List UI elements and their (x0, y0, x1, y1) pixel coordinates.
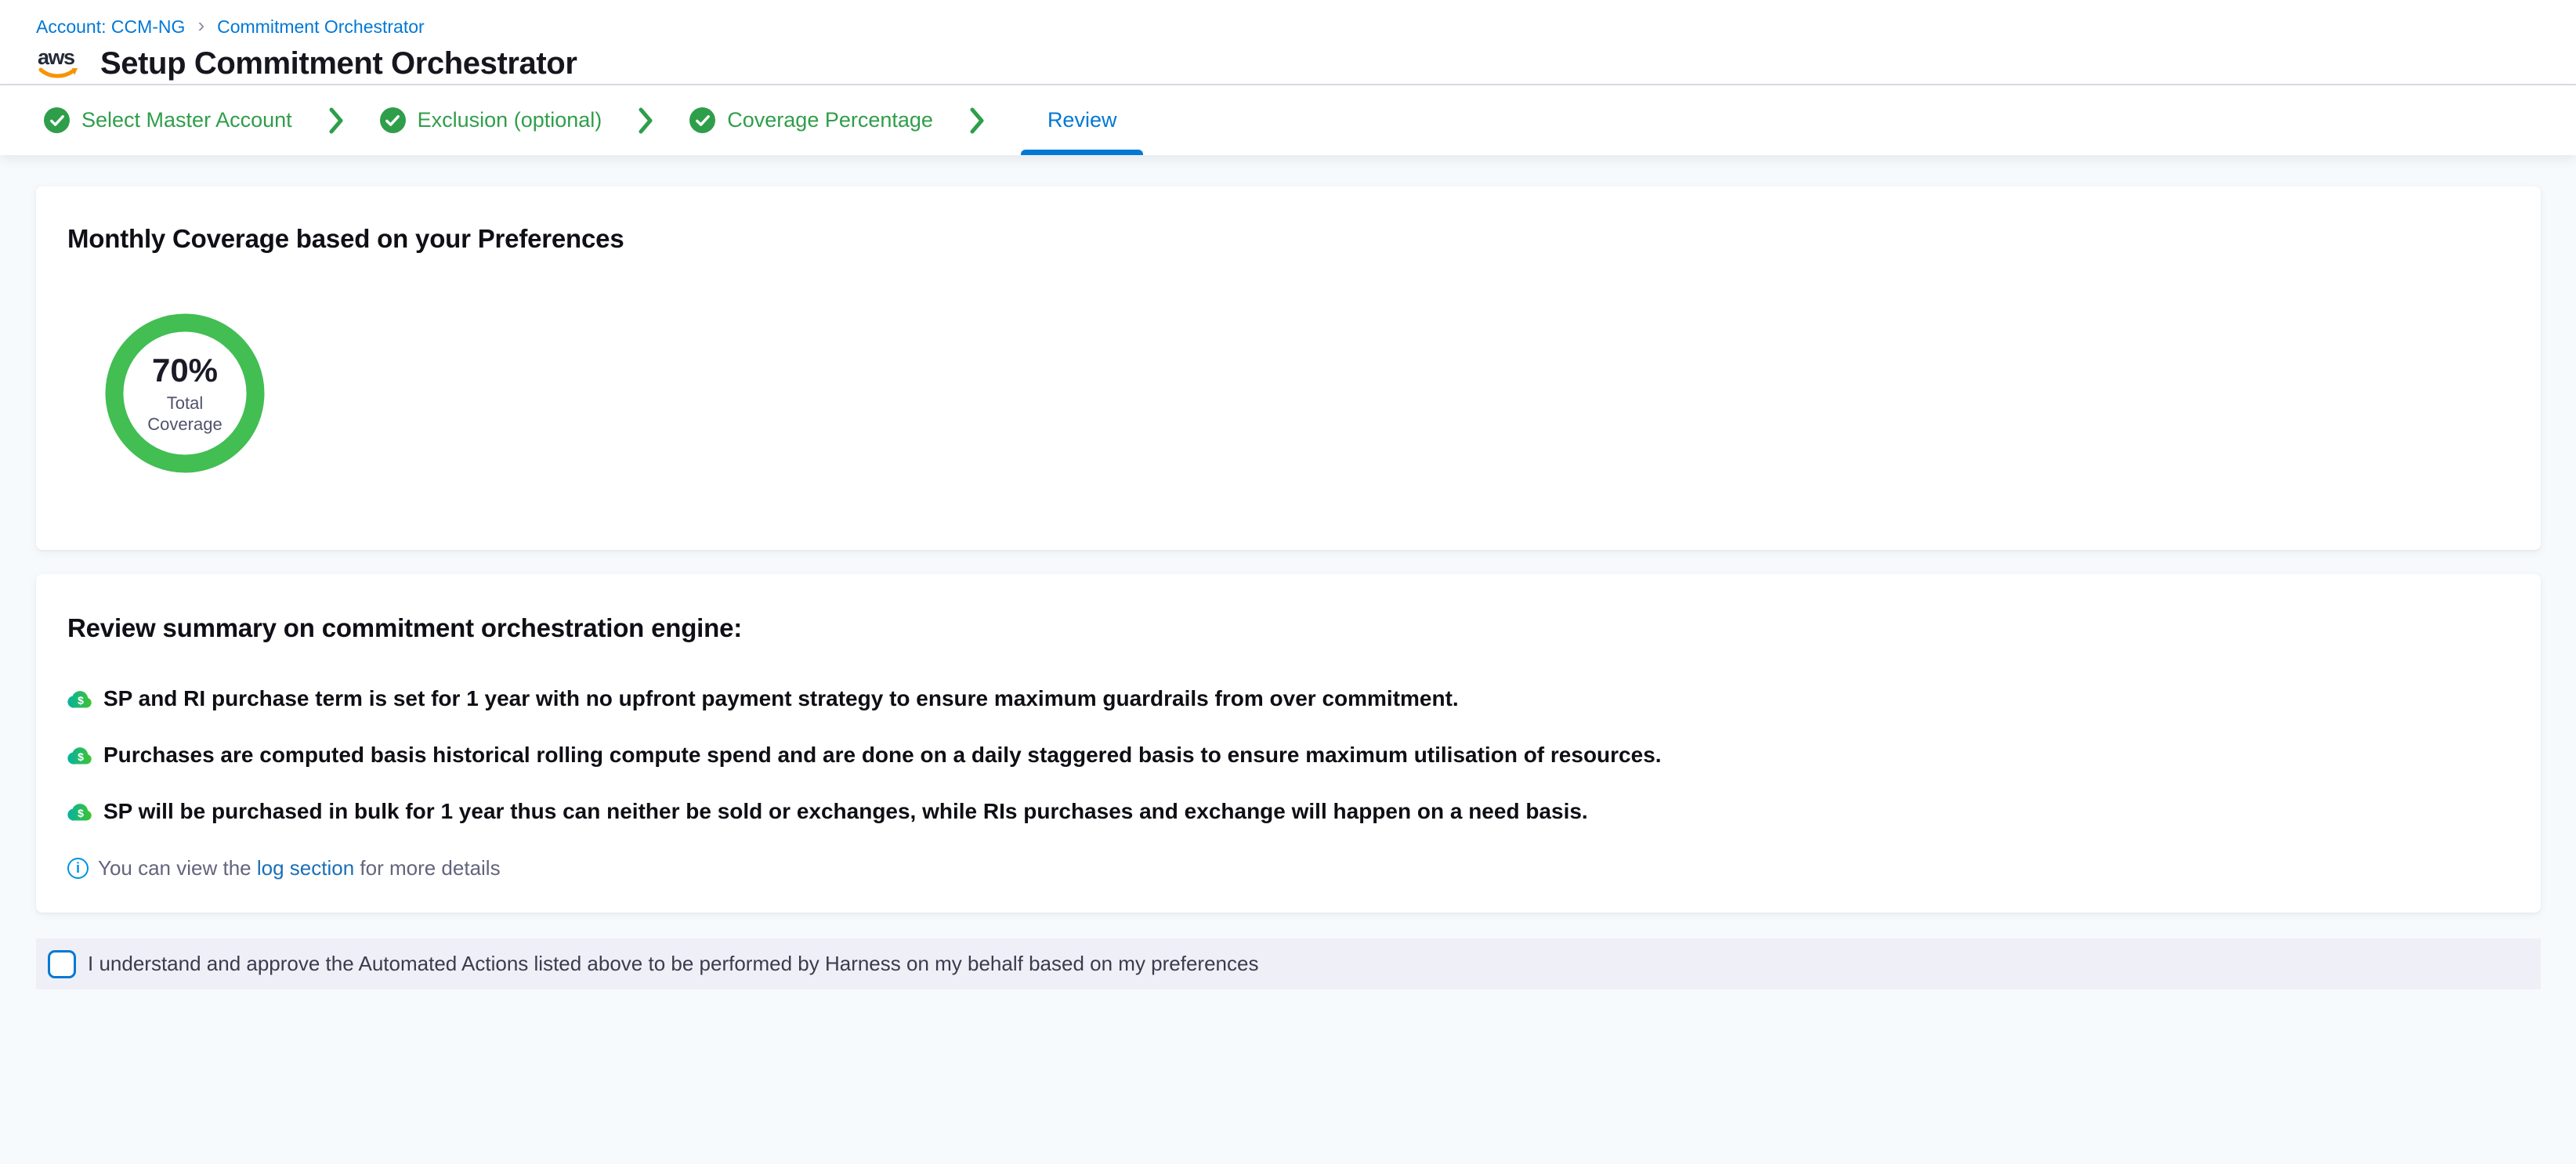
summary-list-item: $ SP will be purchased in bulk for 1 yea… (67, 799, 2509, 824)
summary-list-item: $ Purchases are computed basis historica… (67, 743, 2509, 768)
breadcrumb-link-account[interactable]: Account: CCM-NG (36, 16, 185, 38)
review-summary-card: Review summary on commitment orchestrati… (36, 574, 2541, 913)
donut-value: 70% (152, 352, 218, 389)
info-note-text: You can view the log section for more de… (98, 855, 501, 880)
cloud-dollar-icon: $ (67, 688, 93, 710)
svg-text:$: $ (78, 694, 84, 707)
svg-text:$: $ (78, 807, 84, 819)
info-icon: i (67, 858, 89, 879)
breadcrumb: Account: CCM-NG › Commitment Orchestrato… (36, 16, 2540, 38)
approval-bar: I understand and approve the Automated A… (36, 938, 2541, 989)
summary-bullet-text: Purchases are computed basis historical … (103, 743, 1662, 768)
summary-list-item: $ SP and RI purchase term is set for 1 y… (67, 686, 2509, 711)
step-separator-chevron-icon (638, 107, 653, 135)
tab-review-label: Review (1047, 108, 1117, 132)
approval-label: I understand and approve the Automated A… (88, 952, 1258, 976)
coverage-donut-chart: 70% Total Coverage (105, 313, 265, 473)
page-title: Setup Commitment Orchestrator (100, 46, 577, 81)
cloud-dollar-icon: $ (67, 801, 93, 823)
cloud-dollar-icon: $ (67, 744, 93, 767)
step-exclusion-optional[interactable]: Exclusion (optional) (380, 107, 602, 133)
step-label: Coverage Percentage (727, 108, 933, 132)
svg-text:aws: aws (38, 45, 74, 69)
log-section-link[interactable]: log section (257, 856, 354, 880)
step-complete-check-icon (44, 107, 70, 133)
step-coverage-percentage[interactable]: Coverage Percentage (689, 107, 933, 133)
main-content: Monthly Coverage based on your Preferenc… (0, 155, 2576, 989)
summary-bullet-text: SP and RI purchase term is set for 1 yea… (103, 686, 1459, 711)
monthly-coverage-card: Monthly Coverage based on your Preferenc… (36, 186, 2541, 550)
tab-review[interactable]: Review (1021, 85, 1144, 155)
svg-text:$: $ (78, 750, 84, 763)
page-header: Account: CCM-NG › Commitment Orchestrato… (0, 0, 2576, 85)
breadcrumb-link-commitment-orchestrator[interactable]: Commitment Orchestrator (217, 16, 425, 38)
donut-sublabel: Total Coverage (147, 392, 222, 435)
aws-logo-icon: aws (36, 45, 81, 81)
wizard-steps: Select Master Account Exclusion (optiona… (0, 85, 2576, 155)
step-label: Select Master Account (81, 108, 292, 132)
step-separator-chevron-icon (969, 107, 985, 135)
breadcrumb-separator-icon: › (197, 16, 204, 34)
approval-checkbox[interactable] (48, 950, 76, 978)
step-complete-check-icon (380, 107, 406, 133)
summary-bullet-text: SP will be purchased in bulk for 1 year … (103, 799, 1588, 824)
step-label: Exclusion (optional) (418, 108, 602, 132)
summary-list: $ SP and RI purchase term is set for 1 y… (67, 686, 2509, 824)
coverage-card-title: Monthly Coverage based on your Preferenc… (67, 224, 2509, 254)
step-select-master-account[interactable]: Select Master Account (44, 107, 292, 133)
step-separator-chevron-icon (328, 107, 344, 135)
summary-card-title: Review summary on commitment orchestrati… (67, 613, 2509, 643)
step-complete-check-icon (689, 107, 715, 133)
info-note: i You can view the log section for more … (67, 855, 2509, 880)
